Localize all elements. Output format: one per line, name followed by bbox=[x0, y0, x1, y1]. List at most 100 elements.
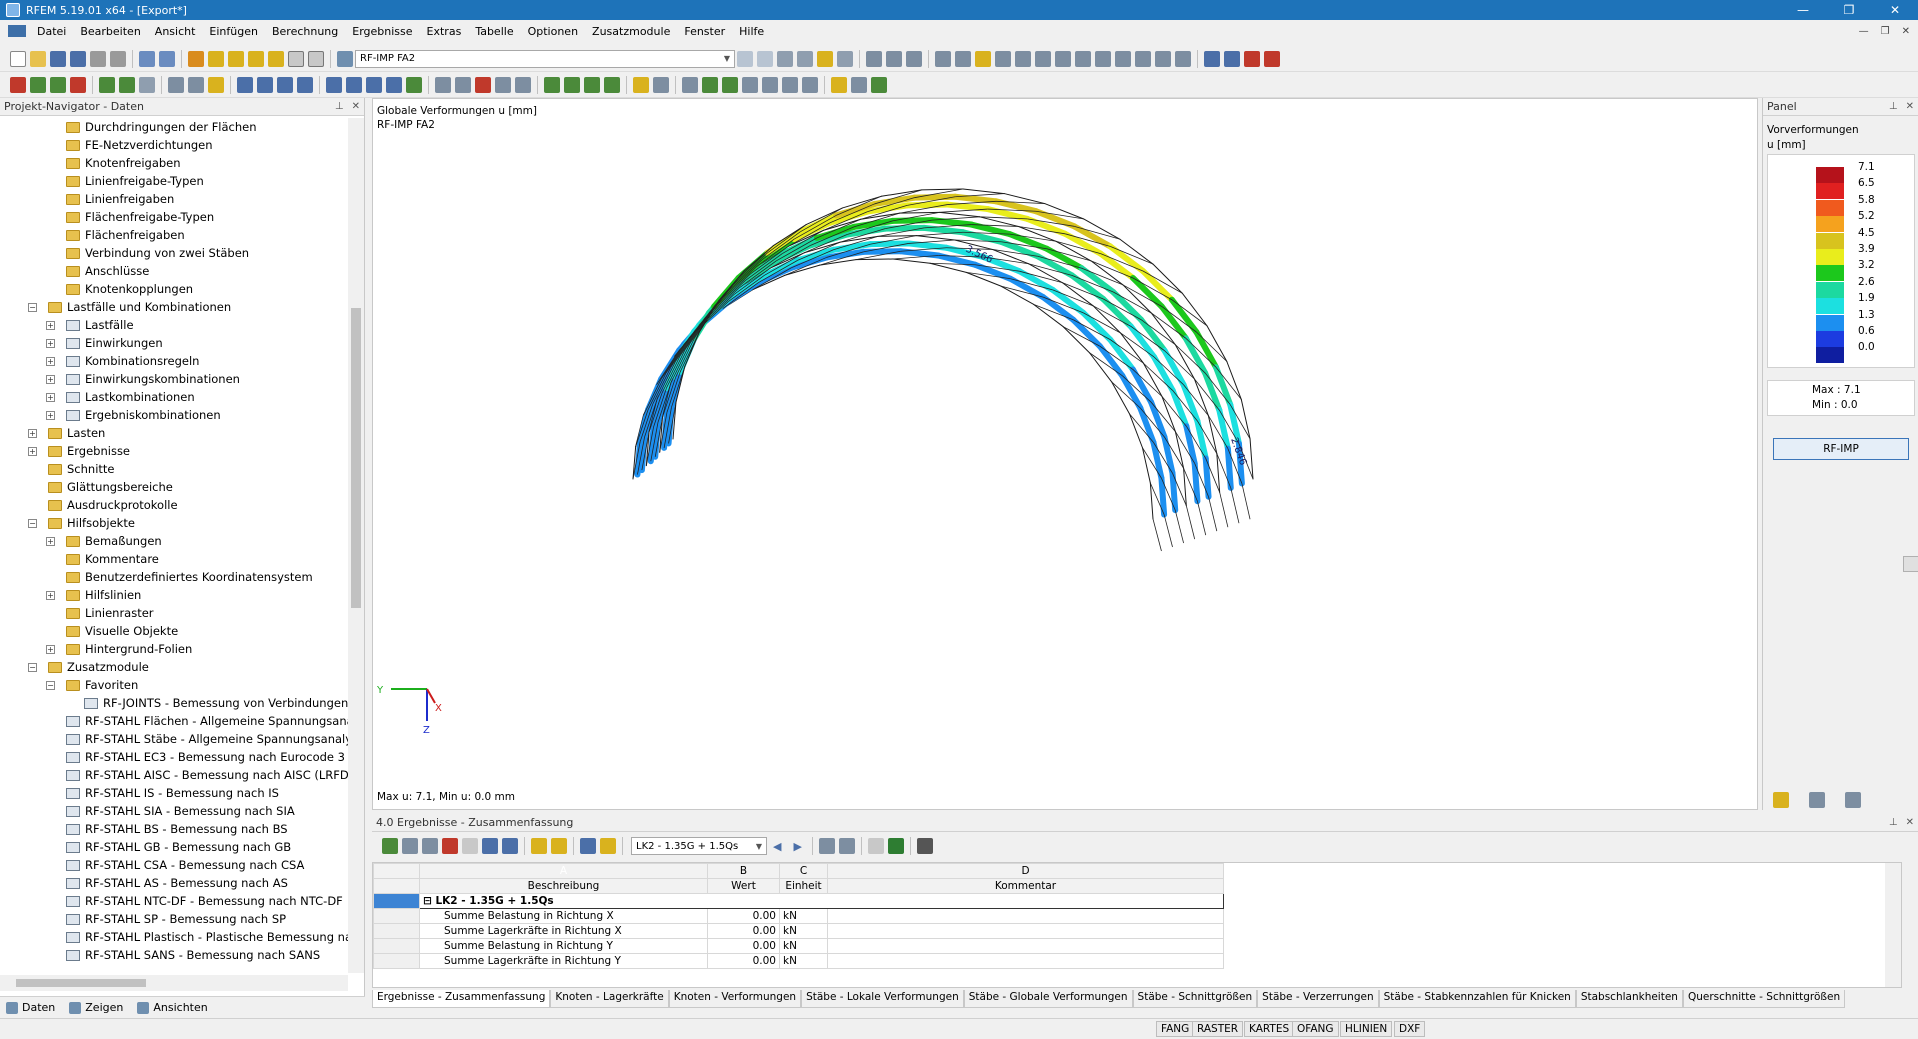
show-values-icon[interactable] bbox=[797, 50, 813, 67]
export-table-icon[interactable] bbox=[382, 838, 398, 854]
results-tab[interactable]: Stäbe - Stabkennzahlen für Knicken bbox=[1378, 990, 1576, 1008]
row-header[interactable] bbox=[373, 938, 420, 954]
expand-icon[interactable]: + bbox=[46, 392, 55, 402]
unit-cell[interactable]: kN bbox=[779, 938, 828, 954]
collapse-icon[interactable]: − bbox=[28, 518, 37, 528]
tree-item[interactable]: RF-STAHL Flächen - Allgemeine Spannungsa… bbox=[0, 712, 348, 730]
tree-item[interactable]: RF-STAHL Stäbe - Allgemeine Spannungsana… bbox=[0, 730, 348, 748]
value-cell[interactable]: 0.00 bbox=[707, 953, 780, 969]
expand-icon[interactable]: + bbox=[46, 338, 55, 348]
next-case-icon[interactable]: ▶ bbox=[793, 840, 801, 853]
tree-item[interactable]: RF-STAHL BS - Bemessung nach BS bbox=[0, 820, 348, 838]
prev-case-icon[interactable] bbox=[737, 50, 753, 67]
next-case-icon[interactable] bbox=[757, 50, 773, 67]
results-close-icon[interactable]: ✕ bbox=[1906, 817, 1914, 828]
measure-tool-icon[interactable] bbox=[188, 76, 204, 93]
tab-ansichten[interactable]: Ansichten bbox=[137, 1001, 208, 1014]
unit-cell[interactable]: kN bbox=[779, 953, 828, 969]
print-icon[interactable] bbox=[90, 50, 106, 67]
filter-table-icon[interactable] bbox=[402, 838, 418, 854]
navigator-icon[interactable] bbox=[288, 50, 304, 67]
comment-cell[interactable] bbox=[827, 923, 1224, 939]
tree-item[interactable]: Kommentare bbox=[0, 550, 348, 568]
tree-item[interactable]: + Hintergrund-Folien bbox=[0, 640, 348, 658]
wireframe-icon[interactable] bbox=[653, 76, 669, 93]
pin-icon[interactable]: ⊥ bbox=[1889, 101, 1898, 112]
tree-item[interactable]: Linienraster bbox=[0, 604, 348, 622]
display-tool-1-icon[interactable] bbox=[682, 76, 698, 93]
expand-icon[interactable]: + bbox=[46, 644, 55, 654]
tree-item[interactable]: + Ergebnisse bbox=[0, 442, 348, 460]
factors-icon[interactable] bbox=[1809, 792, 1825, 808]
tree-item[interactable]: + Bemaßungen bbox=[0, 532, 348, 550]
view-3d-icon[interactable] bbox=[515, 76, 531, 93]
menu-ergebnisse[interactable]: Ergebnisse bbox=[345, 25, 419, 38]
navigator-close-icon[interactable]: ✕ bbox=[352, 101, 360, 112]
undo-icon[interactable] bbox=[139, 50, 155, 67]
results-vertical-scrollbar[interactable] bbox=[1885, 863, 1901, 987]
expand-icon[interactable]: + bbox=[46, 320, 55, 330]
extrude-tool-icon[interactable] bbox=[406, 76, 422, 93]
view-iso-icon[interactable] bbox=[604, 76, 620, 93]
results-tab[interactable]: Querschnitte - Schnittgrößen bbox=[1682, 990, 1846, 1008]
tree-item[interactable]: Knotenkopplungen bbox=[0, 280, 348, 298]
relations-icon[interactable] bbox=[838, 838, 855, 854]
group-row[interactable]: ⊟ LK2 - 1.35G + 1.5Qs bbox=[373, 893, 1224, 909]
expand-icon[interactable]: + bbox=[46, 410, 55, 420]
save-all-icon[interactable] bbox=[70, 50, 86, 67]
scrollbar-thumb[interactable] bbox=[16, 979, 146, 987]
tree-item[interactable]: − Lastfälle und Kombinationen bbox=[0, 298, 348, 316]
minimize-button[interactable]: — bbox=[1780, 3, 1826, 17]
description-cell[interactable]: Summe Belastung in Richtung Y bbox=[419, 938, 708, 954]
table-view-icon[interactable] bbox=[580, 838, 596, 854]
description-cell[interactable]: Summe Belastung in Richtung X bbox=[419, 908, 708, 924]
navigator-horizontal-scrollbar[interactable] bbox=[0, 975, 348, 991]
tree-item[interactable]: + Einwirkungen bbox=[0, 334, 348, 352]
collapse-icon[interactable]: − bbox=[28, 662, 37, 672]
tree-item[interactable]: Linienfreigabe-Typen bbox=[0, 172, 348, 190]
column-b-header[interactable]: B bbox=[707, 863, 780, 879]
view-tool-2-icon[interactable] bbox=[886, 50, 902, 67]
support-tool-icon[interactable] bbox=[70, 76, 86, 93]
tree-item[interactable]: Glättungsbereiche bbox=[0, 478, 348, 496]
expand-icon[interactable]: + bbox=[28, 428, 37, 438]
view-tool-8-icon[interactable] bbox=[1015, 50, 1031, 67]
animation-icon[interactable] bbox=[837, 50, 853, 67]
row-header[interactable] bbox=[373, 923, 420, 939]
tree-item[interactable]: RF-STAHL AISC - Bemessung nach AISC (LRF… bbox=[0, 766, 348, 784]
value-cell[interactable]: 0.00 bbox=[707, 908, 780, 924]
load-case-icon[interactable] bbox=[337, 50, 353, 67]
status-raster[interactable]: RASTER bbox=[1192, 1021, 1244, 1037]
tree-item[interactable]: Ausdruckprotokolle bbox=[0, 496, 348, 514]
status-ofang[interactable]: OFANG bbox=[1292, 1021, 1339, 1037]
merge-tool-icon[interactable] bbox=[386, 76, 402, 93]
display-tool-9-icon[interactable] bbox=[851, 76, 867, 93]
tree-item[interactable]: RF-STAHL SIA - Bemessung nach SIA bbox=[0, 802, 348, 820]
description-cell[interactable]: Summe Lagerkräfte in Richtung X bbox=[419, 923, 708, 939]
view-tool-14-icon[interactable] bbox=[1135, 50, 1151, 67]
view-tool-11-icon[interactable] bbox=[1075, 50, 1091, 67]
tree-item[interactable]: RF-STAHL Plastisch - Plastische Bemessun… bbox=[0, 928, 348, 946]
tree-item[interactable]: RF-STAHL SP - Bemessung nach SP bbox=[0, 910, 348, 928]
results-tab[interactable]: Knoten - Lagerkräfte bbox=[550, 990, 669, 1008]
save-icon[interactable] bbox=[50, 50, 66, 67]
table-view-2-icon[interactable] bbox=[600, 838, 616, 854]
column-d-header[interactable]: D bbox=[827, 863, 1224, 879]
tree-item[interactable]: + Ergebniskombinationen bbox=[0, 406, 348, 424]
menu-datei[interactable]: Datei bbox=[30, 25, 73, 38]
view-tool-10-icon[interactable] bbox=[1055, 50, 1071, 67]
menu-hilfe[interactable]: Hilfe bbox=[732, 25, 771, 38]
results-icon[interactable] bbox=[228, 50, 244, 67]
navigator-vertical-scrollbar[interactable] bbox=[348, 118, 364, 973]
display-tool-6-icon[interactable] bbox=[782, 76, 798, 93]
results-tab[interactable]: Knoten - Verformungen bbox=[668, 990, 802, 1008]
view-tool-16-icon[interactable] bbox=[1175, 50, 1191, 67]
tree-item[interactable]: RF-STAHL AS - Bemessung nach AS bbox=[0, 874, 348, 892]
print-report-icon[interactable] bbox=[110, 50, 126, 67]
table-settings-icon[interactable] bbox=[867, 838, 884, 854]
color-scale-icon[interactable] bbox=[1773, 792, 1789, 808]
select-tool-icon[interactable] bbox=[237, 76, 253, 93]
tree-item[interactable]: Flächenfreigabe-Typen bbox=[0, 208, 348, 226]
results-on-off-icon[interactable] bbox=[777, 50, 793, 67]
results-tab[interactable]: Stabschlankheiten bbox=[1575, 990, 1683, 1008]
